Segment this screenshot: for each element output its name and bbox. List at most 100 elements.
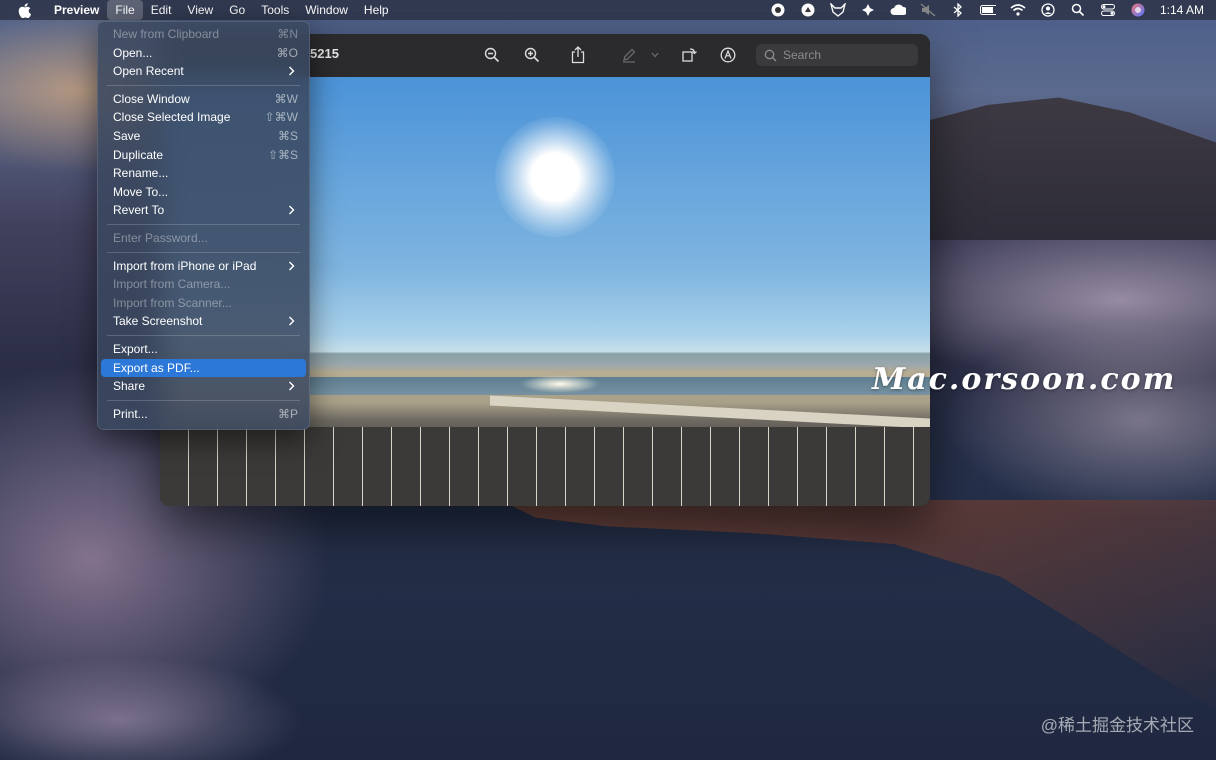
chevron-down-icon[interactable] [650, 46, 660, 64]
menu-tools[interactable]: Tools [253, 0, 297, 20]
control-center-icon[interactable] [1100, 3, 1116, 17]
menu-item-label: Duplicate [113, 147, 164, 162]
menu-item-shortcut: ⌘P [277, 406, 298, 421]
photo-sea [310, 377, 930, 395]
menu-window[interactable]: Window [297, 0, 356, 20]
menu-item-export[interactable]: Export... [101, 340, 306, 359]
photo-sun [495, 117, 615, 237]
menu-item-label: Take Screenshot [113, 314, 203, 329]
menu-separator [107, 251, 300, 253]
photo-road [490, 395, 930, 429]
menu-item-print[interactable]: Print... ⌘P [101, 405, 306, 424]
pinwheel-icon[interactable] [860, 3, 876, 17]
menu-file[interactable]: File [107, 0, 143, 20]
menu-item-rename[interactable]: Rename... [101, 164, 306, 183]
menu-item-label: Share [113, 379, 146, 394]
file-menu: New from Clipboard ⌘N Open... ⌘O Open Re… [97, 21, 310, 430]
markup-pen-icon[interactable] [620, 46, 638, 64]
menu-edit[interactable]: Edit [143, 0, 180, 20]
menu-separator [107, 84, 300, 86]
wifi-icon[interactable] [1010, 3, 1026, 17]
menu-item-share[interactable]: Share [101, 377, 306, 396]
menu-item-label: Enter Password... [113, 230, 208, 245]
desktop-coastline [500, 500, 1216, 709]
watermark-text: Mac.orsoon.com [872, 362, 1177, 397]
status-area: 1:14 AM [770, 0, 1204, 20]
menu-item-label: New from Clipboard [113, 27, 220, 41]
menu-item-label: Save [113, 128, 141, 143]
menu-item-label: Close Window [113, 91, 190, 106]
chevron-right-icon [288, 201, 298, 219]
fox-icon[interactable] [829, 3, 846, 17]
menu-item-import-camera[interactable]: Import from Camera... [101, 275, 306, 294]
menu-view[interactable]: View [179, 0, 221, 20]
search-icon [764, 49, 777, 61]
menu-separator [107, 399, 300, 401]
menu-preview[interactable]: Preview [46, 0, 107, 20]
menu-item-shortcut: ⌘N [277, 27, 298, 41]
menu-item-new-from-clipboard[interactable]: New from Clipboard ⌘N [101, 25, 306, 44]
rotate-icon[interactable] [680, 46, 698, 64]
menu-bar: Preview File Edit View Go Tools Window H… [0, 0, 1216, 20]
siri-icon[interactable] [1130, 3, 1146, 17]
menu-item-label: Move To... [113, 184, 169, 199]
zoom-in-icon[interactable] [523, 46, 541, 64]
photo-parking-lot [160, 427, 930, 506]
chevron-right-icon [288, 312, 298, 330]
menu-item-revert-to[interactable]: Revert To [101, 201, 306, 220]
chevron-right-icon [288, 257, 298, 275]
menu-item-move-to[interactable]: Move To... [101, 183, 306, 202]
menu-item-take-screenshot[interactable]: Take Screenshot [101, 312, 306, 331]
menu-item-shortcut: ⇧⌘W [264, 110, 298, 125]
spotlight-search-icon[interactable] [1070, 3, 1086, 17]
search-field[interactable]: Search [756, 44, 918, 66]
source-credit: @稀土掘金技术社区 [1040, 716, 1194, 735]
bluetooth-icon[interactable] [950, 3, 966, 17]
markup-toolbar-icon[interactable] [719, 46, 737, 64]
menu-item-import-scanner[interactable]: Import from Scanner... [101, 294, 306, 313]
menu-item-label: Open Recent [113, 64, 184, 79]
menu-item-label: Import from Scanner... [113, 295, 232, 310]
menu-item-open[interactable]: Open... ⌘O [101, 44, 306, 63]
menu-item-label: Import from Camera... [113, 277, 231, 292]
menu-item-shortcut: ⌘O [276, 45, 298, 60]
menu-separator [107, 334, 300, 336]
menu-item-label: Export... [113, 341, 158, 356]
app-status-icon[interactable] [770, 3, 786, 17]
menu-item-label: Rename... [113, 166, 169, 181]
zoom-out-icon[interactable] [483, 46, 501, 64]
menu-item-label: Export as PDF... [113, 360, 200, 375]
user-icon[interactable] [1040, 3, 1056, 17]
mute-icon[interactable] [920, 3, 936, 17]
window-title: 5215 [310, 46, 339, 61]
menu-item-enter-password[interactable]: Enter Password... [101, 229, 306, 248]
chevron-right-icon [288, 377, 298, 395]
menu-item-duplicate[interactable]: Duplicate ⇧⌘S [101, 146, 306, 165]
app-status-icon[interactable] [800, 3, 816, 17]
menu-item-label: Print... [113, 406, 148, 421]
menu-item-export-as-pdf[interactable]: Export as PDF... [101, 358, 306, 378]
battery-icon[interactable] [979, 3, 996, 17]
menu-item-label: Revert To [113, 203, 165, 218]
search-placeholder: Search [783, 48, 822, 62]
apple-menu-icon[interactable] [18, 2, 32, 18]
photo-glare [520, 375, 600, 393]
menu-item-save[interactable]: Save ⌘S [101, 127, 306, 146]
menu-item-import-iphone[interactable]: Import from iPhone or iPad [101, 257, 306, 276]
menu-item-label: Import from iPhone or iPad [113, 258, 257, 273]
menu-item-open-recent[interactable]: Open Recent [101, 62, 306, 81]
chevron-right-icon [288, 62, 298, 80]
menu-go[interactable]: Go [221, 0, 253, 20]
share-icon[interactable] [569, 46, 587, 64]
menu-item-close-window[interactable]: Close Window ⌘W [101, 90, 306, 109]
menu-item-label: Open... [113, 45, 153, 60]
menubar-clock[interactable]: 1:14 AM [1160, 3, 1204, 17]
menu-help[interactable]: Help [356, 0, 397, 20]
cloud-icon[interactable] [890, 3, 906, 17]
menu-separator [107, 223, 300, 225]
menu-item-close-selected-image[interactable]: Close Selected Image ⇧⌘W [101, 108, 306, 127]
menu-item-shortcut: ⇧⌘S [267, 147, 298, 162]
menu-item-shortcut: ⌘W [274, 91, 298, 106]
menu-item-shortcut: ⌘S [277, 128, 298, 143]
menu-item-label: Close Selected Image [113, 110, 231, 125]
